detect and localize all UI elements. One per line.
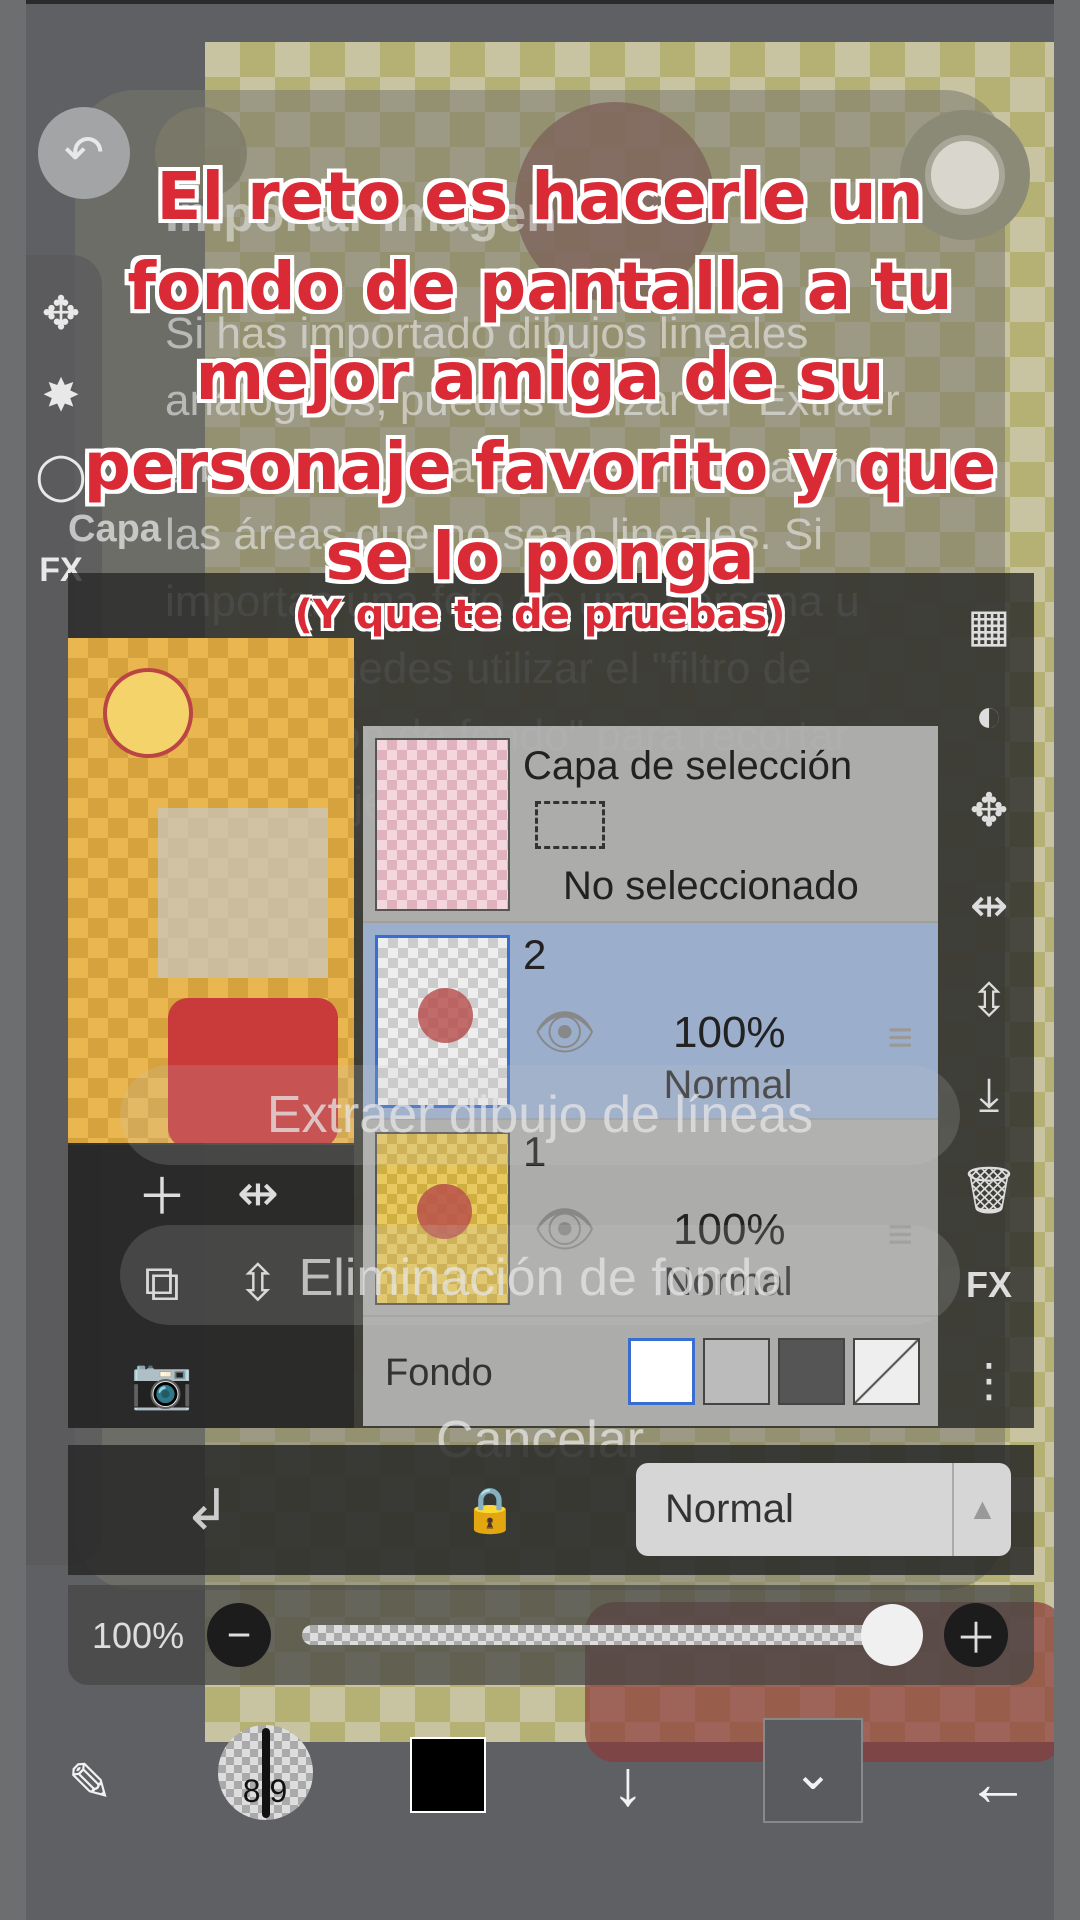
bottom-toolbar [26,1718,1054,1838]
layer-opacity: 100% [673,1008,786,1057]
add-layer-icon[interactable]: ＋ [122,1153,202,1233]
opacity-slider-knob[interactable] [861,1604,923,1666]
left-edge [0,0,26,1920]
current-color-swatch[interactable] [410,1737,486,1813]
selection-marquee-icon [535,801,605,849]
plus-button[interactable]: ＋ [944,1603,1008,1667]
thumb-figure [418,988,473,1043]
trash-icon[interactable]: 🗑 [944,1155,1034,1225]
preview-box [158,808,328,978]
move-layer-icon[interactable]: ✥ [944,775,1034,845]
background-label: Fondo [385,1352,493,1394]
double-chevron-down-icon[interactable]: ⌄ [763,1725,863,1820]
bg-light-checker-swatch[interactable] [703,1338,770,1405]
app-screen: ↶ ✥ ✸ ◯ FX Importar imagen Si has import… [0,0,1080,1920]
half-circle-icon[interactable]: ◐ [944,680,1034,750]
bg-none-swatch[interactable] [853,1338,920,1405]
flip-horizontal-icon[interactable]: ⇹ [944,870,1034,940]
layer-status: No seleccionado [563,864,859,908]
brush-eraser-swap-icon[interactable]: ✎ [40,1735,140,1830]
blend-mode-value: Normal [665,1487,794,1531]
alpha-lock-icon[interactable]: 🔒 [445,1465,535,1555]
overlay-caption-sub: (Y que te de pruebas) [294,592,786,638]
eye-icon[interactable]: 👁 [533,1003,596,1062]
flip-vertical-icon[interactable]: ⇳ [944,965,1034,1035]
flip-icon[interactable]: ⇹ [218,1153,298,1233]
layer-name: Capa de selección [523,744,853,788]
preview-face [103,668,193,758]
top-bar [26,0,1054,4]
extract-lines-button[interactable]: Extraer dibujo de líneas [120,1085,960,1145]
layer-thumbnail [375,738,510,911]
opacity-slider[interactable] [302,1625,902,1645]
more-options-icon[interactable]: ⋮ [944,1345,1034,1415]
minus-button[interactable]: − [207,1603,271,1667]
drag-handle-icon[interactable]: ≡ [887,1013,913,1063]
overlay-caption: El reto es hacerle un fondo de pantalla … [83,158,997,595]
right-edge [1054,0,1080,1920]
bg-dark-checker-swatch[interactable] [778,1338,845,1405]
layer-name: 2 [523,931,547,978]
chevron-up-icon[interactable]: ▲ [952,1463,1011,1556]
bg-white-swatch[interactable] [628,1338,695,1405]
opacity-label: 100% [92,1615,185,1656]
brush-size-value: 8.9 [242,1773,288,1809]
arrow-down-icon[interactable]: ↓ [578,1735,678,1830]
layer-row-selection[interactable]: Capa de selección No seleccionado [363,726,938,923]
clip-icon[interactable]: ↲ [162,1465,252,1555]
remove-background-button[interactable]: Eliminación de fondo [120,1248,960,1308]
back-arrow-icon[interactable]: ← [948,1735,1048,1830]
